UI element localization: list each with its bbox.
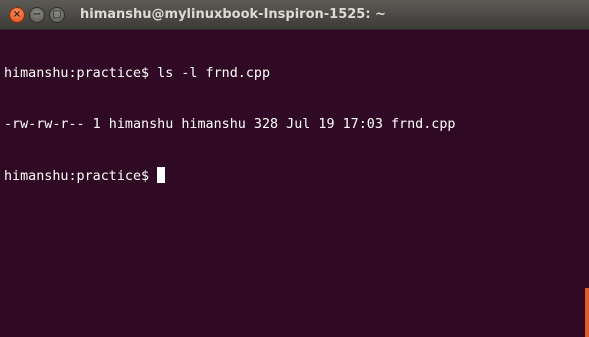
terminal-window: × − □ himanshu@mylinuxbook-Inspiron-1525…: [0, 0, 589, 337]
maximize-button[interactable]: □: [49, 7, 65, 23]
close-button[interactable]: ×: [9, 7, 25, 23]
title-bar[interactable]: × − □ himanshu@mylinuxbook-Inspiron-1525…: [0, 0, 589, 30]
window-controls: × − □: [9, 7, 65, 23]
scrollbar-thumb[interactable]: [585, 288, 589, 337]
minimize-button[interactable]: −: [29, 7, 45, 23]
window-title: himanshu@mylinuxbook-Inspiron-1525: ~: [80, 7, 386, 22]
terminal-line-command: himanshu:practice$ ls -l frnd.cpp: [4, 66, 271, 81]
scrollbar[interactable]: [585, 31, 589, 337]
prompt-text: himanshu:practice$: [4, 169, 158, 184]
text-cursor: [157, 167, 166, 183]
terminal-output[interactable]: himanshu:practice$ ls -l frnd.cpp -rw-rw…: [4, 31, 579, 337]
terminal-line-output: -rw-rw-r-- 1 himanshu himanshu 328 Jul 1…: [4, 117, 456, 132]
terminal-prompt-line: himanshu:practice$: [4, 167, 579, 184]
